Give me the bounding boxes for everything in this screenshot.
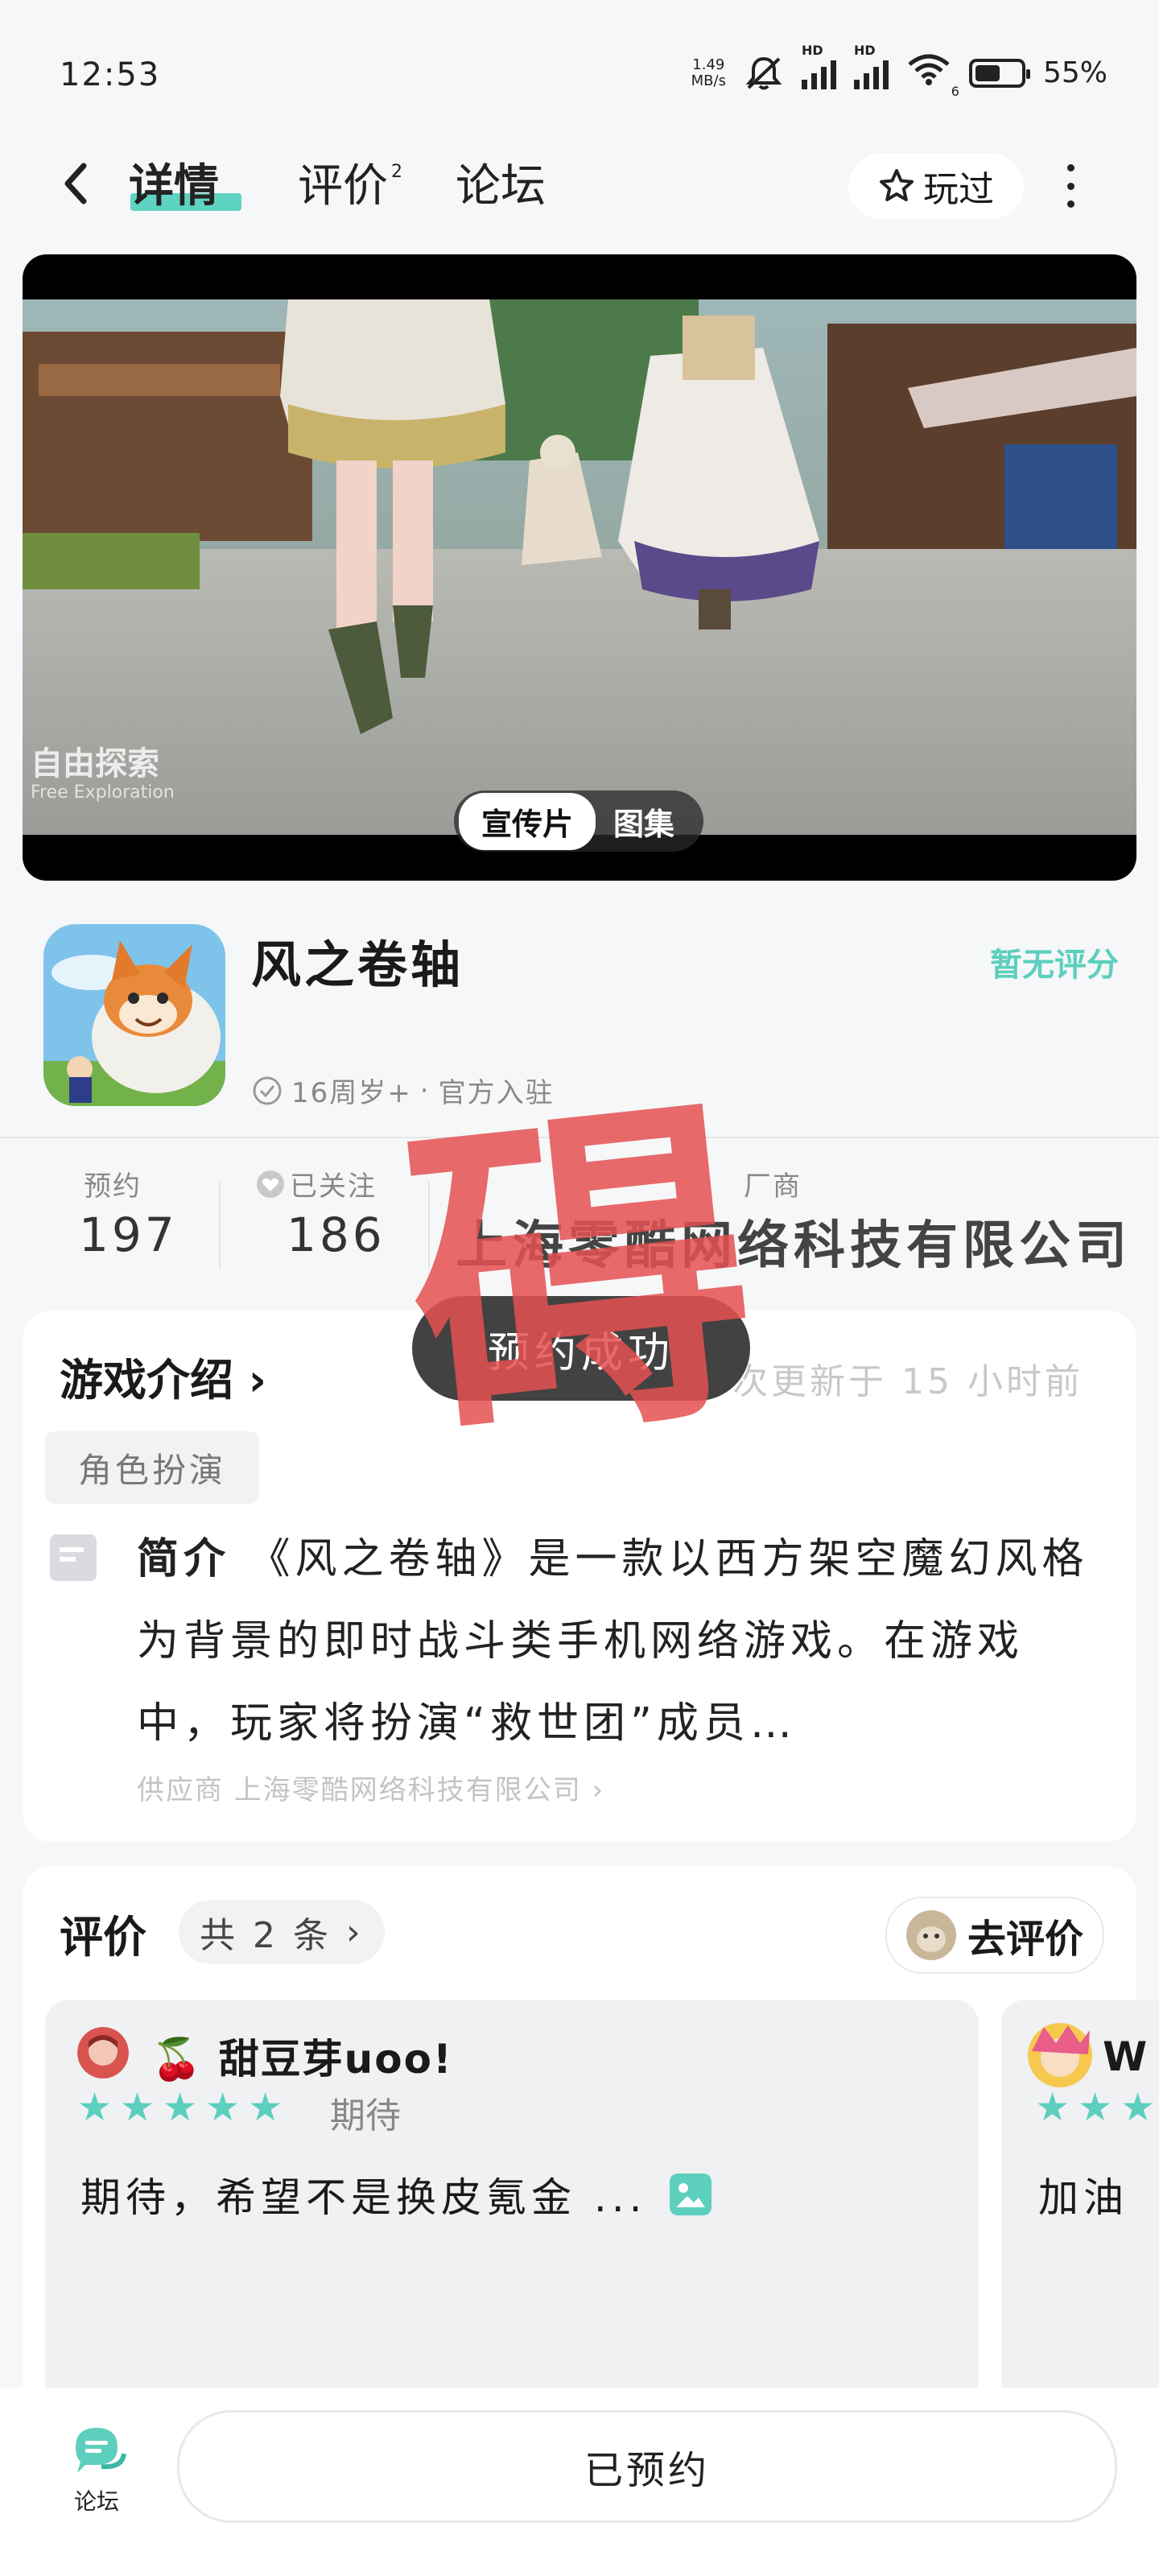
star-icon: ★ [1120, 2085, 1156, 2130]
review-username-label: 甜豆芽uoo! [218, 2036, 453, 2083]
rating-stars: ★ ★ ★ ★ ★ [77, 2085, 283, 2130]
supplier-link[interactable]: 供应商 上海零酷网络科技有限公司 › [137, 1768, 604, 1807]
heart-icon [257, 1170, 284, 1198]
chevron-right-icon: › [233, 1355, 267, 1406]
avatar[interactable] [1024, 2019, 1096, 2091]
played-button[interactable]: 玩过 [848, 153, 1024, 219]
review-count-button[interactable]: 共 2 条 › [179, 1900, 385, 1964]
star-icon: ★ [120, 2085, 155, 2130]
reserved-button[interactable]: 已预约 [177, 2410, 1117, 2523]
trailer-frame-image [23, 299, 1136, 835]
write-review-label: 去评价 [967, 1917, 1083, 1962]
wifi-badge: 6 [951, 84, 959, 99]
intro-summary: 简介 《风之卷轴》是一款以西方架空魔幻风格为背景的即时战斗类手机网络游戏。在游戏… [137, 1518, 1095, 1765]
intro-title[interactable]: 游戏介绍 › [60, 1344, 266, 1408]
reviews-title: 评价 [60, 1912, 146, 1963]
battery-icon [968, 58, 1030, 88]
follow-label-group: 已关注 [254, 1164, 377, 1203]
played-label: 玩过 [923, 169, 994, 210]
net-speed-unit: MB/s [691, 72, 726, 89]
review-username-label[interactable]: W [1103, 2033, 1147, 2080]
red-watermark-stamp: 碍 [390, 1066, 769, 1493]
switch-trailer[interactable]: 宣传片 [459, 792, 596, 850]
intro-title-label: 游戏介绍 [60, 1355, 233, 1406]
summary-text: 《风之卷轴》是一款以西方架空魔幻风格为背景的即时战斗类手机网络游戏。在游戏中，玩… [137, 1535, 1089, 1748]
check-circle-icon [253, 1076, 282, 1104]
signal2-label: HD [853, 42, 876, 58]
genre-tag[interactable]: 角色扮演 [45, 1431, 259, 1504]
tab-reviews-badge: 2 [391, 162, 402, 182]
game-title: 风之卷轴 [251, 935, 464, 994]
net-speed-value: 1.49 [692, 56, 725, 73]
chevron-right-icon: › [331, 1911, 364, 1953]
tab-reviews[interactable]: 评价 2 [298, 150, 402, 215]
review-username[interactable]: 🍒 甜豆芽uoo! [151, 2027, 453, 2085]
wifi: 6 [906, 53, 959, 99]
reserve-count: 197 [79, 1208, 178, 1262]
media-player[interactable]: 自由探索 Free Exploration 宣传片 图集 [23, 254, 1136, 881]
status-bar: 12:53 1.49 MB/s HD HD 6 55% [0, 0, 1159, 137]
review-text-label: 期待，希望不是换皮氪金 ... [80, 2174, 647, 2221]
video-caption-en: Free Exploration [31, 782, 175, 803]
star-icon: ★ [77, 2085, 113, 2130]
star-icon: ★ [1078, 2085, 1113, 2130]
review-tag: 期待 [330, 2095, 401, 2136]
signal-1: HD [801, 43, 836, 89]
star-icon: ★ [205, 2085, 241, 2130]
rating-stars: ★ ★ ★ [1035, 2085, 1155, 2130]
back-arrow-icon[interactable] [56, 155, 95, 213]
battery-percent: 55% [1042, 56, 1107, 89]
media-switch: 宣传片 图集 [454, 791, 703, 852]
user-avatar [905, 1910, 956, 1960]
tab-forum[interactable]: 论坛 [456, 150, 546, 215]
divider [219, 1182, 221, 1269]
reserve-label: 预约 [84, 1170, 142, 1203]
summary-label: 简介 [137, 1535, 231, 1583]
follow-label: 已关注 [290, 1170, 377, 1203]
review-text: 期待，希望不是换皮氪金 ... [80, 2165, 711, 2223]
write-review-button[interactable]: 去评价 [885, 1897, 1104, 1974]
video-caption: 自由探索 [31, 745, 159, 782]
star-icon: ★ [163, 2085, 198, 2130]
avatar[interactable] [77, 2027, 129, 2079]
status-time: 12:53 [60, 56, 161, 93]
star-icon: ★ [1035, 2085, 1070, 2130]
signal-2: HD [853, 43, 889, 89]
signal-bars-icon [801, 57, 836, 89]
forum-chat-icon[interactable] [69, 2420, 129, 2479]
review-text: 加油 [1038, 2174, 1128, 2221]
document-icon [50, 1534, 97, 1581]
wifi-icon [908, 54, 950, 85]
review-count-label: 共 2 条 [200, 1915, 332, 1956]
switch-gallery[interactable]: 图集 [596, 793, 692, 850]
signal1-label: HD [801, 42, 823, 58]
status-icons: 1.49 MB/s HD HD 6 55% [691, 43, 1107, 100]
image-icon [669, 2174, 711, 2215]
signal-bars-icon [853, 57, 889, 89]
star-outline-icon [880, 169, 914, 201]
mute-icon [745, 56, 782, 89]
forum-label[interactable]: 论坛 [74, 2484, 119, 2516]
update-info: 次更新于 15 小时前 [732, 1361, 1083, 1402]
tab-detail[interactable]: 详情 [129, 150, 219, 215]
game-app-icon [43, 924, 225, 1106]
score-status: 暂无评分 [990, 947, 1119, 984]
tab-reviews-label: 评价 [298, 160, 388, 213]
more-options-icon[interactable] [1062, 164, 1079, 208]
cherry-icon: 🍒 [151, 2036, 204, 2083]
follow-count: 186 [287, 1208, 386, 1262]
net-speed: 1.49 MB/s [691, 56, 726, 89]
star-icon: ★ [248, 2085, 283, 2130]
